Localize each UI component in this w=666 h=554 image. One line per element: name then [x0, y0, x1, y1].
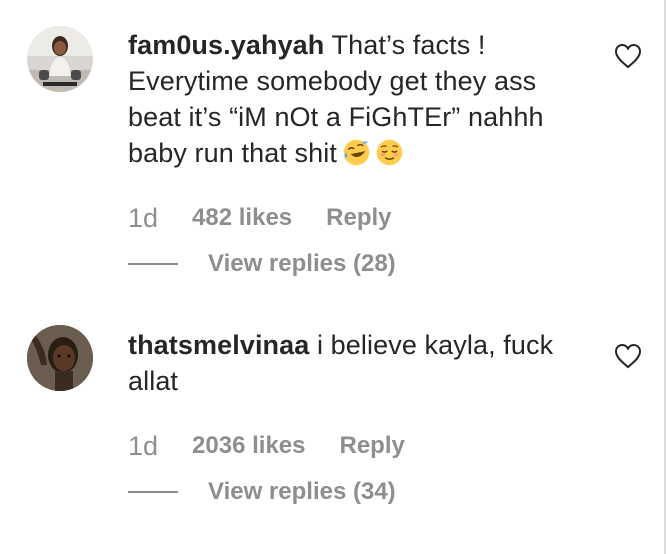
replies-divider: [128, 263, 178, 265]
comment-username[interactable]: thatsmelvinaa: [128, 330, 309, 360]
likes-count[interactable]: 482 likes: [192, 204, 292, 232]
comment-meta: 1d 2036 likes Reply: [128, 431, 405, 461]
like-heart-icon[interactable]: [614, 43, 642, 69]
comment-timestamp[interactable]: 1d: [128, 203, 158, 234]
likes-count[interactable]: 2036 likes: [192, 432, 305, 460]
view-replies-button[interactable]: View replies (28): [128, 249, 396, 279]
avatar[interactable]: [27, 325, 93, 391]
comment-item: thatsmelvinaa i believe kayla, fuck alla…: [0, 300, 664, 554]
view-replies-button[interactable]: View replies (34): [128, 477, 396, 507]
comment-item: fam0us.yahyah That’s facts ! Everytime s…: [0, 0, 664, 300]
reply-button[interactable]: Reply: [326, 204, 391, 232]
comment-meta: 1d 482 likes Reply: [128, 203, 392, 233]
replies-divider: [128, 491, 178, 493]
view-replies-label: View replies (34): [208, 478, 396, 505]
like-heart-icon[interactable]: [614, 343, 642, 369]
reply-button[interactable]: Reply: [339, 432, 404, 460]
relieved-face-emoji: [376, 139, 403, 166]
view-replies-label: View replies (28): [208, 250, 396, 277]
comment-username[interactable]: fam0us.yahyah: [128, 30, 324, 60]
avatar[interactable]: [27, 26, 93, 92]
comment-text-block: thatsmelvinaa i believe kayla, fuck alla…: [128, 327, 588, 399]
rolling-on-floor-laughing-emoji: [343, 139, 370, 166]
comment-text-block: fam0us.yahyah That’s facts ! Everytime s…: [128, 27, 588, 171]
comment-timestamp[interactable]: 1d: [128, 431, 158, 462]
